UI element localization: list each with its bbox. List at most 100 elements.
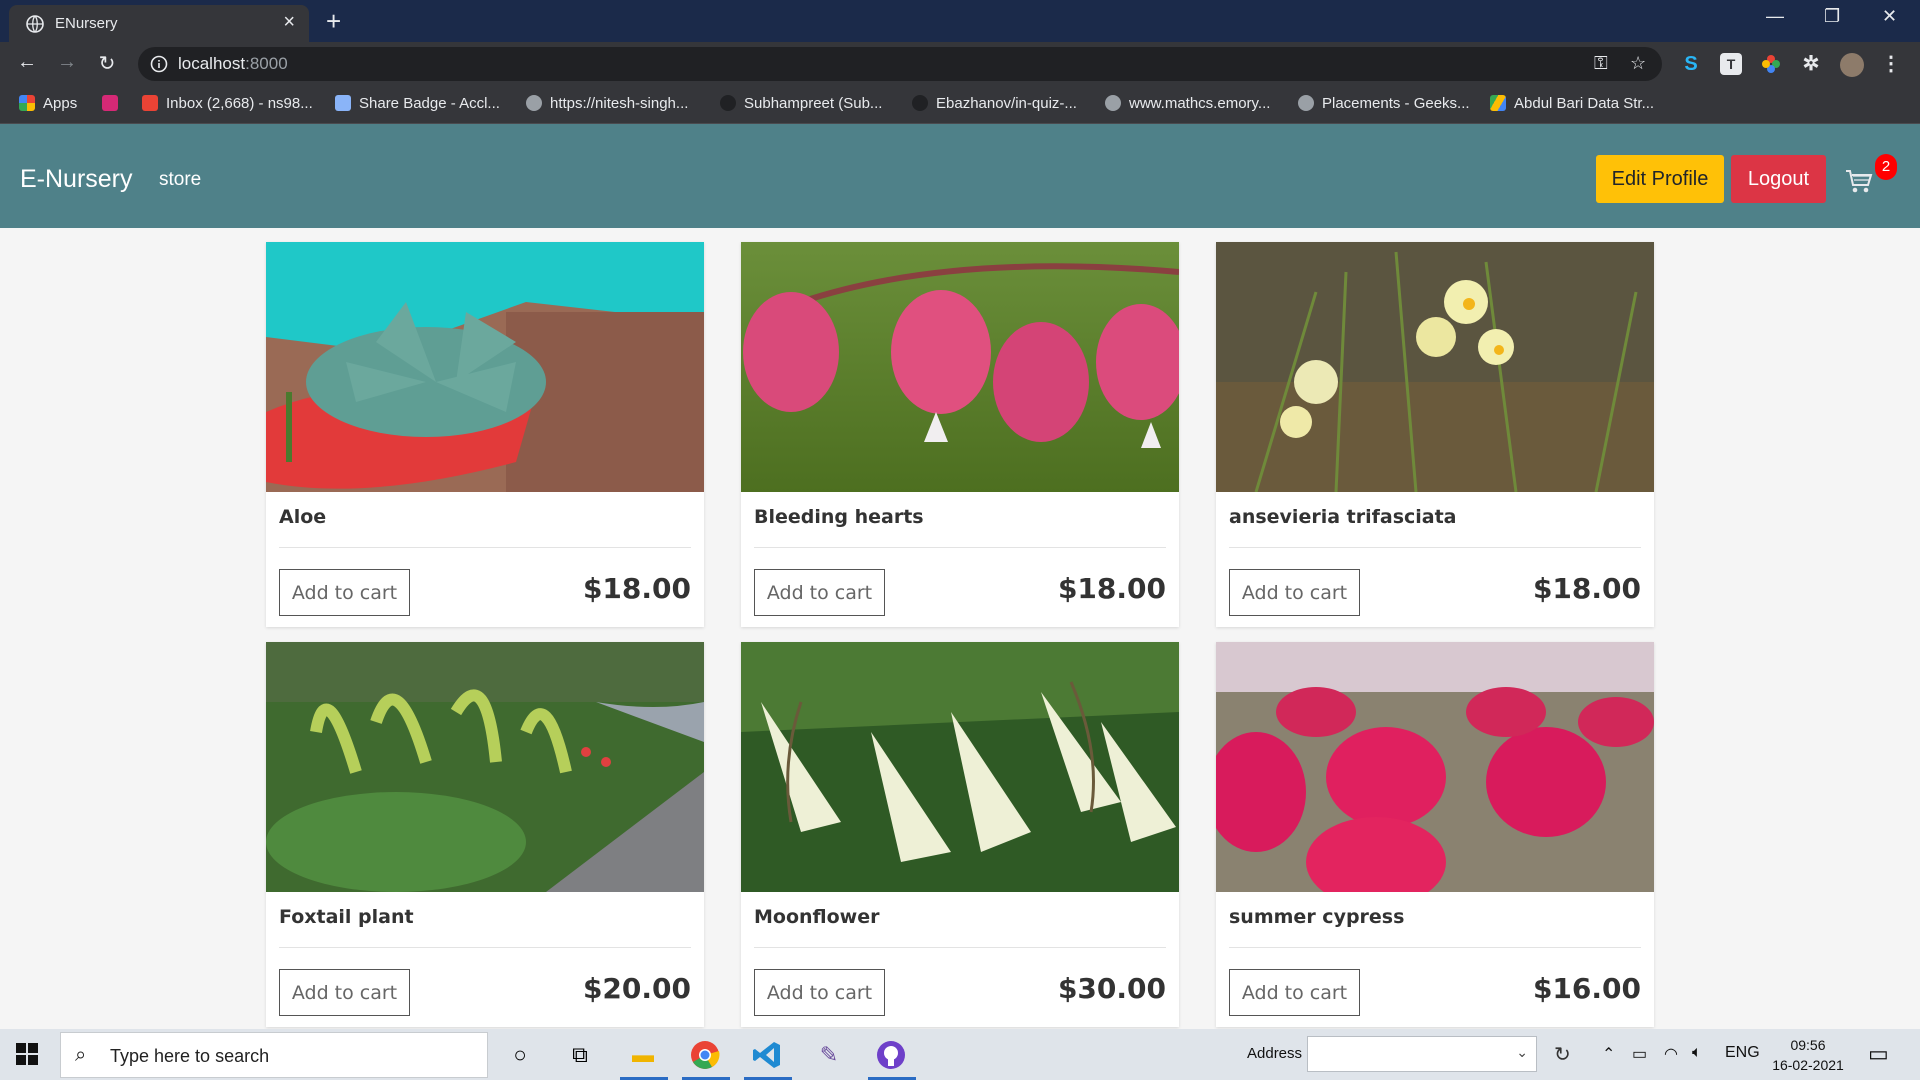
extension-t-icon[interactable]: T [1720,53,1742,75]
globe-icon [1105,95,1121,111]
bookmark-label: Apps [43,95,78,112]
bookmark-gmail[interactable]: Inbox (2,668) - ns98... [142,95,313,115]
search-icon: ⌕ [75,1044,87,1066]
card-divider [279,947,691,948]
card-divider [1229,547,1641,548]
tab-title: ENursery [55,15,118,32]
add-to-cart-button[interactable]: Add to cart [754,969,885,1016]
bookmark-label: Subhampreet (Sub... [744,95,883,112]
extensions-puzzle-icon[interactable]: ✲ [1800,53,1822,75]
card-divider [754,947,1166,948]
github-icon [912,95,928,111]
product-price: $16.00 [1532,972,1641,1005]
google-drive-icon [1490,95,1506,111]
task-view-icon[interactable]: ⧉ [563,1038,597,1072]
bookmark-mathcs[interactable]: www.mathcs.emory... [1105,95,1270,115]
close-tab-icon[interactable]: × [283,11,295,34]
card-divider [754,547,1166,548]
clock-date: 16-02-2021 [1772,1057,1844,1073]
cortana-icon[interactable]: ○ [503,1038,537,1072]
profile-avatar[interactable] [1840,53,1864,77]
language-indicator[interactable]: ENG [1725,1044,1760,1062]
bookmark-instagram[interactable] [102,95,126,115]
notification-icon[interactable]: ▭ [1868,1041,1889,1067]
bookmark-abdul-bari[interactable]: Abdul Bari Data Str... [1490,95,1654,115]
bookmark-subhampreet[interactable]: Subhampreet (Sub... [720,95,882,115]
browser-tab[interactable]: ENursery × [9,5,309,42]
gmail-icon [142,95,158,111]
product-name: Moonflower [754,906,880,928]
product-name: ansevieria trifasciata [1229,506,1457,528]
color-wheel-icon[interactable] [1760,53,1782,75]
chrome-icon[interactable] [688,1038,722,1072]
product-grid: Aloe Add to cart $18.00 Bleeding hearts … [0,228,1920,1028]
address-refresh-icon[interactable]: ↻ [1554,1042,1571,1067]
password-key-icon[interactable]: ⚿ [1594,53,1608,74]
address-bar[interactable]: localhost:8000 ⚿ ☆ [138,47,1662,81]
close-window-icon[interactable]: ✕ [1882,6,1897,27]
bookmark-label: Inbox (2,668) - ns98... [166,95,313,112]
address-toolbar-input[interactable]: ⌄ [1307,1036,1537,1072]
bookmark-label: https://nitesh-singh... [550,95,689,112]
bookmark-label: Abdul Bari Data Str... [1514,95,1655,112]
product-name: summer cypress [1229,906,1405,928]
brand-logo[interactable]: E-Nursery [20,165,133,194]
product-card: Aloe Add to cart $18.00 [266,242,704,627]
product-price: $20.00 [582,972,691,1005]
github-desktop-icon[interactable] [874,1038,908,1072]
product-name: Aloe [279,506,327,528]
extension-s-icon[interactable]: S [1680,53,1702,75]
add-to-cart-button[interactable]: Add to cart [1229,569,1360,616]
site-navbar: E-Nursery store Edit Profile Logout 2 [0,124,1920,228]
windows-start-icon[interactable] [16,1043,38,1065]
reload-icon[interactable]: ↻ [94,51,120,77]
address-toolbar-label: Address [1247,1045,1303,1062]
product-image-bleeding-hearts [741,242,1179,492]
chevron-down-icon[interactable]: ⌄ [1516,1044,1528,1061]
more-menu-icon[interactable]: ⋮ [1880,53,1902,75]
globe-icon [26,15,44,33]
bookmark-label: Share Badge - Accl... [359,95,500,112]
add-to-cart-button[interactable]: Add to cart [1229,969,1360,1016]
edit-profile-button[interactable]: Edit Profile [1596,155,1724,203]
paint-icon[interactable]: ✎ [812,1038,846,1072]
back-icon[interactable]: ← [14,51,40,77]
wifi-icon[interactable]: ◠ [1664,1044,1678,1064]
battery-icon[interactable]: ▭ [1632,1044,1647,1064]
file-explorer-icon[interactable]: ▬ [626,1038,660,1072]
add-to-cart-button[interactable]: Add to cart [279,569,410,616]
product-card: ansevieria trifasciata Add to cart $18.0… [1216,242,1654,627]
add-to-cart-button[interactable]: Add to cart [754,569,885,616]
vscode-icon[interactable] [750,1038,784,1072]
bookmark-nitesh[interactable]: https://nitesh-singh... [526,95,688,115]
taskbar-search-box[interactable]: ⌕ Type here to search [60,1032,488,1078]
product-name: Bleeding hearts [754,506,924,528]
volume-icon[interactable]: 🔈︎ [1692,1044,1702,1062]
bookmark-apps[interactable]: Apps [19,95,77,115]
cart-icon[interactable] [1844,166,1874,196]
bookmark-label: Placements - Geeks... [1322,95,1470,112]
browser-toolbar: ← → ↻ localhost:8000 ⚿ ☆ S T ✲ ⋮ [0,42,1920,86]
logout-button[interactable]: Logout [1731,155,1826,203]
new-tab-icon[interactable]: + [326,6,341,37]
chevron-up-icon[interactable]: ⌃ [1602,1044,1615,1064]
add-to-cart-button[interactable]: Add to cart [279,969,410,1016]
instagram-icon [102,95,118,111]
restore-icon[interactable]: ❐ [1824,6,1840,27]
bookmark-label: www.mathcs.emory... [1129,95,1271,112]
forward-icon[interactable]: → [54,51,80,77]
card-divider [1229,947,1641,948]
bookmark-label: Ebazhanov/in-quiz-... [936,95,1077,112]
product-price: $18.00 [1057,572,1166,605]
product-card: summer cypress Add to cart $16.00 [1216,642,1654,1027]
product-image-ansevieria [1216,242,1654,492]
nav-store-link[interactable]: store [159,169,201,191]
minimize-icon[interactable]: — [1766,6,1784,27]
product-image-moonflower [741,642,1179,892]
bookmark-placements[interactable]: Placements - Geeks... [1298,95,1470,115]
bookmark-star-icon[interactable]: ☆ [1630,53,1646,74]
bookmark-ebazhanov[interactable]: Ebazhanov/in-quiz-... [912,95,1077,115]
product-image-aloe [266,242,704,492]
bookmark-share-badge[interactable]: Share Badge - Accl... [335,95,500,115]
system-clock[interactable]: 09:56 16-02-2021 [1770,1035,1846,1075]
